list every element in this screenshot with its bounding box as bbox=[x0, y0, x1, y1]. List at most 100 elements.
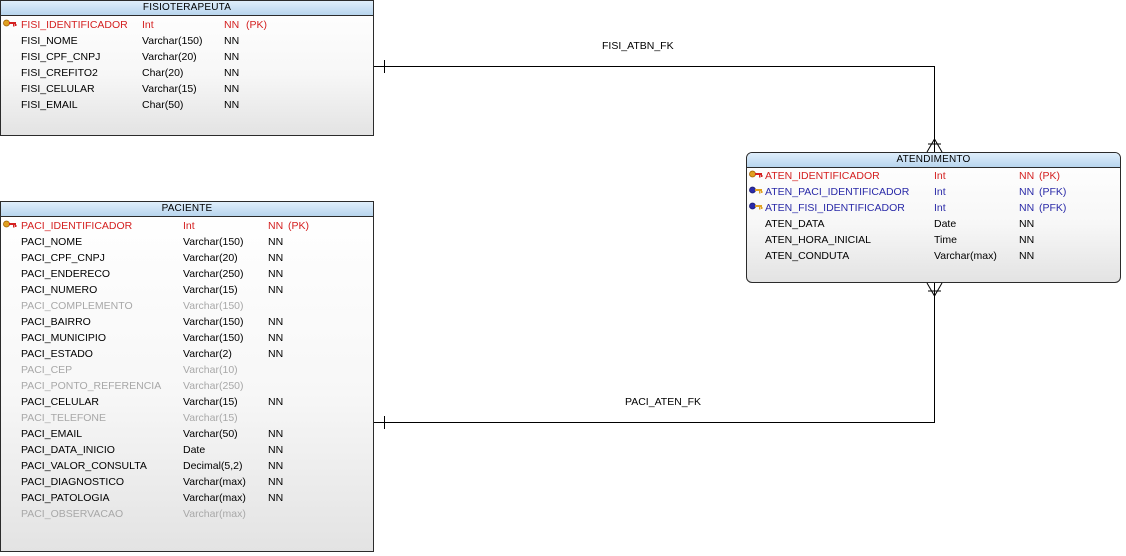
column-name: PACI_OBSERVACAO bbox=[21, 508, 124, 520]
column-name: FISI_IDENTIFICADOR bbox=[21, 19, 128, 31]
column-row[interactable]: PACI_CPF_CNPJ Varchar(20) NN bbox=[1, 250, 373, 266]
column-row[interactable]: ATEN_IDENTIFICADOR Int NN (PK) bbox=[747, 168, 1120, 184]
column-nullability: NN bbox=[1019, 202, 1035, 214]
column-row[interactable]: ATEN_FISI_IDENTIFICADOR Int NN (PFK) bbox=[747, 200, 1120, 216]
column-row[interactable]: ATEN_CONDUTA Varchar(max) NN bbox=[747, 248, 1120, 264]
column-type: Int bbox=[934, 202, 946, 214]
column-nullability: NN bbox=[268, 284, 284, 296]
column-name: PACI_CEP bbox=[21, 364, 73, 376]
column-key: (PFK) bbox=[1039, 202, 1067, 214]
column-type: Int bbox=[934, 186, 946, 198]
column-name: ATEN_IDENTIFICADOR bbox=[765, 170, 880, 182]
column-nullability: NN bbox=[268, 396, 284, 408]
column-name: PACI_BAIRRO bbox=[21, 316, 91, 328]
column-name: PACI_PATOLOGIA bbox=[21, 492, 110, 504]
column-type: Varchar(20) bbox=[142, 51, 197, 63]
column-row[interactable]: PACI_CELULAR Varchar(15) NN bbox=[1, 394, 373, 410]
relationship-label: PACI_ATEN_FK bbox=[625, 396, 702, 408]
column-row[interactable]: ATEN_DATA Date NN bbox=[747, 216, 1120, 232]
column-type: Varchar(max) bbox=[183, 508, 246, 520]
column-row[interactable]: PACI_NUMERO Varchar(15) NN bbox=[1, 282, 373, 298]
column-type: Date bbox=[934, 218, 957, 230]
column-row[interactable]: FISI_EMAIL Char(50) NN bbox=[1, 97, 373, 113]
entity-fisioterapeuta[interactable]: FISIOTERAPEUTA FISI_IDENTIFICADOR Int NN (P… bbox=[0, 0, 374, 136]
column-nullability: NN bbox=[268, 348, 284, 360]
column-type: Int bbox=[934, 170, 946, 182]
column-type: Varchar(150) bbox=[183, 300, 244, 312]
entity-paciente[interactable]: PACIENTE PACI_IDENTIFICADOR Int NN (PK) PACI… bbox=[0, 201, 374, 552]
column-row[interactable]: PACI_PONTO_REFERENCIA Varchar(250) bbox=[1, 378, 373, 394]
column-row[interactable]: FISI_CELULAR Varchar(15) NN bbox=[1, 81, 373, 97]
column-name: ATEN_CONDUTA bbox=[765, 250, 850, 262]
column-type: Decimal(5,2) bbox=[183, 460, 243, 472]
column-row[interactable]: PACI_IDENTIFICADOR Int NN (PK) bbox=[1, 218, 373, 234]
column-type: Varchar(10) bbox=[183, 364, 238, 376]
column-row[interactable]: PACI_OBSERVACAO Varchar(max) bbox=[1, 506, 373, 522]
column-type: Varchar(15) bbox=[183, 396, 238, 408]
column-row[interactable]: PACI_ENDERECO Varchar(250) NN bbox=[1, 266, 373, 282]
entity-title: FISIOTERAPEUTA bbox=[1, 1, 373, 16]
column-row[interactable]: PACI_TELEFONE Varchar(15) bbox=[1, 410, 373, 426]
column-row[interactable]: PACI_ESTADO Varchar(2) NN bbox=[1, 346, 373, 362]
column-type: Varchar(250) bbox=[183, 380, 244, 392]
one-marker bbox=[384, 60, 385, 73]
column-type: Int bbox=[142, 19, 154, 31]
column-name: PACI_CPF_CNPJ bbox=[21, 252, 105, 264]
column-type: Varchar(max) bbox=[183, 492, 246, 504]
column-type: Varchar(15) bbox=[183, 284, 238, 296]
column-type: Char(20) bbox=[142, 67, 184, 79]
connector-line bbox=[374, 66, 935, 67]
column-row[interactable]: FISI_IDENTIFICADOR Int NN (PK) bbox=[1, 17, 373, 33]
column-type: Char(50) bbox=[142, 99, 184, 111]
column-nullability: NN bbox=[268, 492, 284, 504]
column-row[interactable]: PACI_NOME Varchar(150) NN bbox=[1, 234, 373, 250]
column-nullability: NN bbox=[268, 268, 284, 280]
column-row[interactable]: PACI_COMPLEMENTO Varchar(150) bbox=[1, 298, 373, 314]
entity-atendimento[interactable]: ATENDIMENTO ATEN_IDENTIFICADOR Int NN (PK) A… bbox=[746, 152, 1121, 283]
column-type: Date bbox=[183, 444, 206, 456]
column-name: PACI_CELULAR bbox=[21, 396, 100, 408]
column-nullability: NN bbox=[268, 332, 284, 344]
column-row[interactable]: PACI_CEP Varchar(10) bbox=[1, 362, 373, 378]
primary-key-icon bbox=[3, 17, 17, 27]
column-name: PACI_NUMERO bbox=[21, 284, 98, 296]
column-type: Time bbox=[934, 234, 957, 246]
column-list: ATEN_IDENTIFICADOR Int NN (PK) ATEN_PACI_IDE… bbox=[747, 168, 1120, 264]
column-row[interactable]: FISI_CREFITO2 Char(20) NN bbox=[1, 65, 373, 81]
column-list: PACI_IDENTIFICADOR Int NN (PK) PACI_NOME Varc… bbox=[1, 217, 373, 522]
column-name: ATEN_HORA_INICIAL bbox=[765, 234, 871, 246]
column-row[interactable]: FISI_NOME Varchar(150) NN bbox=[1, 33, 373, 49]
column-row[interactable]: ATEN_HORA_INICIAL Time NN bbox=[747, 232, 1120, 248]
foreign-key-icon bbox=[749, 184, 763, 194]
foreign-key-icon bbox=[749, 200, 763, 210]
column-nullability: NN bbox=[268, 476, 284, 488]
column-type: Varchar(20) bbox=[183, 252, 238, 264]
column-nullability: NN bbox=[1019, 186, 1035, 198]
connector-line bbox=[934, 283, 935, 422]
column-row[interactable]: PACI_DATA_INICIO Date NN bbox=[1, 442, 373, 458]
column-row[interactable]: PACI_EMAIL Varchar(50) NN bbox=[1, 426, 373, 442]
column-row[interactable]: PACI_MUNICIPIO Varchar(150) NN bbox=[1, 330, 373, 346]
column-nullability: NN bbox=[1019, 218, 1035, 230]
column-row[interactable]: PACI_VALOR_CONSULTA Decimal(5,2) NN bbox=[1, 458, 373, 474]
column-type: Varchar(max) bbox=[934, 250, 997, 262]
column-type: Varchar(15) bbox=[183, 412, 238, 424]
column-key: (PFK) bbox=[1039, 186, 1067, 198]
column-row[interactable]: PACI_BAIRRO Varchar(150) NN bbox=[1, 314, 373, 330]
column-nullability: NN bbox=[224, 19, 240, 31]
column-name: FISI_CREFITO2 bbox=[21, 67, 98, 79]
column-nullability: NN bbox=[224, 67, 240, 79]
column-row[interactable]: FISI_CPF_CNPJ Varchar(20) NN bbox=[1, 49, 373, 65]
column-name: FISI_NOME bbox=[21, 35, 78, 47]
column-nullability: NN bbox=[224, 51, 240, 63]
primary-key-icon bbox=[749, 168, 763, 178]
column-key: (PK) bbox=[1039, 170, 1060, 182]
column-row[interactable]: ATEN_PACI_IDENTIFICADOR Int NN (PFK) bbox=[747, 184, 1120, 200]
column-nullability: NN bbox=[224, 83, 240, 95]
column-nullability: NN bbox=[268, 236, 284, 248]
column-name: FISI_EMAIL bbox=[21, 99, 78, 111]
column-row[interactable]: PACI_DIAGNOSTICO Varchar(max) NN bbox=[1, 474, 373, 490]
column-row[interactable]: PACI_PATOLOGIA Varchar(max) NN bbox=[1, 490, 373, 506]
column-name: PACI_ENDERECO bbox=[21, 268, 111, 280]
column-name: FISI_CPF_CNPJ bbox=[21, 51, 101, 63]
